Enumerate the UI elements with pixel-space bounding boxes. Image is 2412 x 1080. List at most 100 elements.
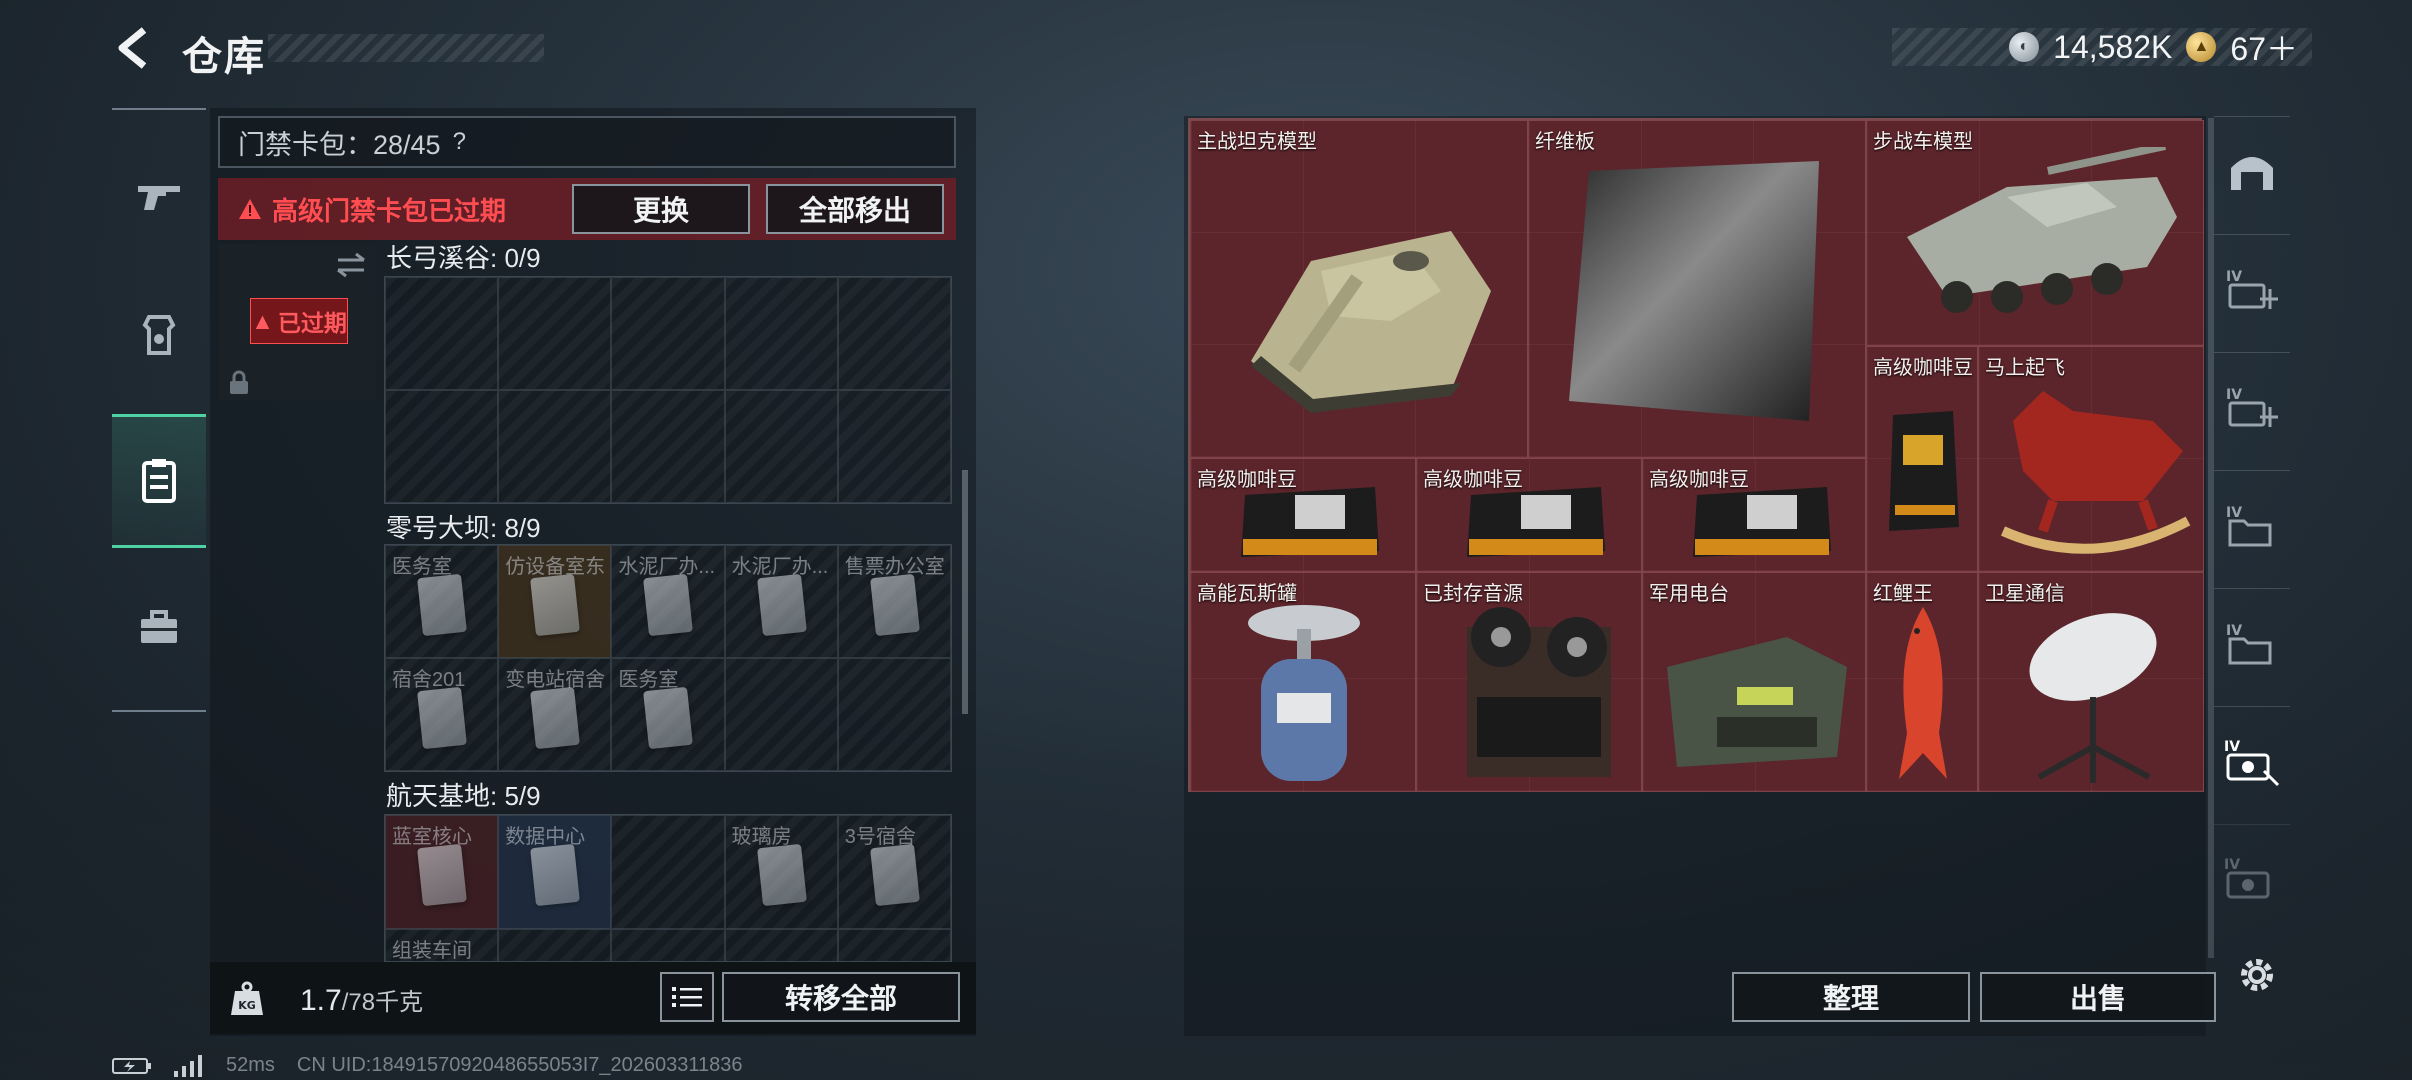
help-icon[interactable]: ? <box>453 128 466 156</box>
storage-item[interactable]: 主战坦克模型 <box>1190 120 1528 458</box>
coffee-bag-image <box>1467 487 1605 557</box>
item-name: 军用电台 <box>1649 583 1729 605</box>
key-slot[interactable]: 组装车间 <box>385 929 499 961</box>
storage-item[interactable]: 马上起飞 <box>1978 346 2204 572</box>
key-slot-label: 水泥厂办... <box>618 556 716 578</box>
remove-all-button[interactable]: 全部移出 <box>766 184 944 234</box>
sell-button[interactable]: 出售 <box>1980 972 2216 1022</box>
replace-button[interactable]: 更换 <box>572 184 750 234</box>
item-name: 高能瓦斯罐 <box>1197 583 1297 605</box>
key-slot[interactable] <box>837 390 951 503</box>
nav-gear[interactable] <box>112 288 206 382</box>
storage-item[interactable]: 高级咖啡豆 <box>1416 458 1642 572</box>
currency-bar: ◐ 14,582K ▲ 67＋ <box>1892 28 2312 67</box>
key-slot[interactable]: 医务室 <box>385 545 499 658</box>
key-slot[interactable] <box>498 929 612 961</box>
settings-button[interactable] <box>2232 950 2282 1000</box>
coffee-bag-image <box>1693 487 1831 557</box>
key-slot[interactable]: 玻璃房 <box>724 815 838 929</box>
key-slot[interactable] <box>724 277 838 390</box>
keypack-scrollbar[interactable] <box>962 470 968 714</box>
svg-text:IV: IV <box>2224 739 2240 755</box>
storage-item[interactable]: 红鲤王 <box>1866 572 1978 792</box>
storage-item[interactable]: 纤维板 <box>1528 120 1866 458</box>
organize-button[interactable]: 整理 <box>1732 972 1970 1022</box>
key-slot[interactable]: 宿舍201 <box>385 658 499 771</box>
key-slot[interactable] <box>385 390 499 503</box>
section-title-aerospace: 航天基地: 5/9 <box>386 781 541 811</box>
key-slot[interactable]: 3号宿舍 <box>837 815 951 929</box>
storage-item[interactable]: 已封存音源 <box>1416 572 1642 792</box>
expired-warning-text: 高级门禁卡包已过期 <box>272 195 507 226</box>
storage-tab-device-locked[interactable]: IV <box>2214 824 2290 934</box>
key-slot[interactable] <box>724 929 838 961</box>
key-slot-label: 变电站宿舍 <box>505 669 606 691</box>
page-title: 仓库 <box>182 35 266 79</box>
gold-amount[interactable]: 67＋ <box>2230 24 2298 70</box>
add-storage-icon: IV <box>2226 387 2278 427</box>
key-slot-label: 售票办公室 <box>844 556 945 578</box>
satellite-dish-image <box>2029 613 2157 783</box>
item-name: 马上起飞 <box>1985 357 2065 379</box>
transfer-all-button[interactable]: 转移全部 <box>722 972 960 1022</box>
silver-amount: 14,582K <box>2053 28 2173 65</box>
key-slot[interactable] <box>498 277 612 390</box>
storage-tab-folder-1[interactable]: IV <box>2214 470 2290 580</box>
list-icon <box>672 987 702 1007</box>
military-radio-image <box>1667 637 1847 767</box>
key-slot[interactable] <box>724 658 838 771</box>
back-arrow-icon <box>118 27 147 69</box>
nav-toolbox[interactable] <box>112 580 206 674</box>
storage-item[interactable]: 军用电台 <box>1642 572 1866 792</box>
key-slot[interactable] <box>611 390 725 503</box>
storage-item[interactable]: 高级咖啡豆 <box>1642 458 1866 572</box>
storage-tab-folder-2[interactable]: IV <box>2214 588 2290 698</box>
carry-weight-current: 1.7 <box>300 984 342 1017</box>
key-slot[interactable] <box>385 277 499 390</box>
key-slot[interactable]: 数据中心 <box>498 815 612 929</box>
storage-item[interactable]: 高级咖啡豆 <box>1190 458 1416 572</box>
key-slot[interactable]: 水泥厂办... <box>611 545 725 658</box>
key-slot[interactable] <box>498 390 612 503</box>
keycard-image <box>756 843 807 907</box>
nav-weapons[interactable] <box>112 150 206 244</box>
storage-tab-device-selected[interactable]: IV <box>2214 706 2290 816</box>
ifv-model-image <box>1907 147 2177 313</box>
fiberboard-image <box>1569 161 1819 421</box>
key-slot[interactable]: 蓝室核心 <box>385 815 499 929</box>
keypack-count: 门禁卡包：28/45 <box>238 129 441 160</box>
back-button[interactable] <box>110 24 158 72</box>
storage-item[interactable]: 高级咖啡豆 <box>1866 346 1978 572</box>
gold-coin-icon: ▲ <box>2186 32 2217 62</box>
key-slot[interactable] <box>611 277 725 390</box>
key-slot[interactable] <box>724 390 838 503</box>
key-slot[interactable] <box>611 815 725 929</box>
left-category-nav <box>112 108 206 712</box>
carry-weight-max: /78千克 <box>341 989 424 1016</box>
keycard-image <box>530 843 581 907</box>
storage-tab-add-2[interactable]: IV <box>2214 352 2290 462</box>
nav-keycards[interactable] <box>112 414 206 548</box>
key-slot[interactable]: 售票办公室 <box>837 545 951 658</box>
keycard-icon <box>142 459 176 503</box>
key-slot[interactable] <box>837 277 951 390</box>
storage-item[interactable]: 高能瓦斯罐 <box>1190 572 1416 792</box>
key-slot[interactable]: 仿设备室东 <box>498 545 612 658</box>
item-name: 步战车模型 <box>1873 131 1973 153</box>
key-slot[interactable]: 医务室 <box>611 658 725 771</box>
storage-item[interactable]: 步战车模型 <box>1866 120 2204 346</box>
storage-grid: 主战坦克模型 纤维板 步战车模型 高级咖啡豆 马上起飞 高级咖啡豆 高级咖啡豆 … <box>1188 118 2204 792</box>
storage-tab-main[interactable] <box>2214 116 2290 226</box>
list-view-button[interactable] <box>660 972 714 1022</box>
key-slot[interactable] <box>837 658 951 771</box>
storage-item[interactable]: 卫星通信 <box>1978 572 2204 792</box>
warehouse-icon <box>2231 156 2273 190</box>
key-slot[interactable]: 水泥厂办... <box>724 545 838 658</box>
svg-text:IV: IV <box>2226 387 2242 403</box>
storage-tab-add-1[interactable]: IV <box>2214 234 2290 344</box>
key-slot[interactable]: 变电站宿舍 <box>498 658 612 771</box>
badge-warning-icon: ▲ <box>251 307 274 334</box>
swap-icon[interactable] <box>334 250 368 278</box>
key-slot[interactable] <box>837 929 951 961</box>
key-slot[interactable] <box>611 929 725 961</box>
